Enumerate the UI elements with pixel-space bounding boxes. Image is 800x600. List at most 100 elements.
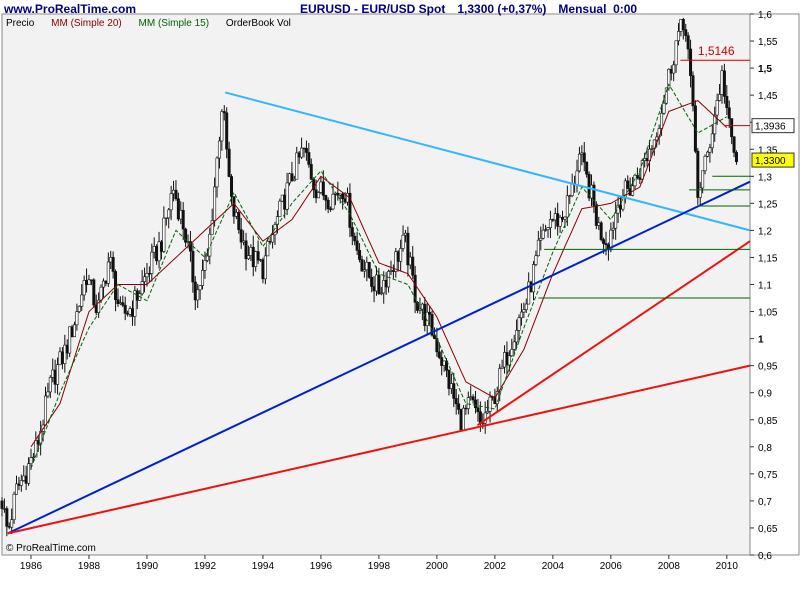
instrument-name: EURUSD - EUR/USD Spot (300, 2, 446, 16)
candle-body (486, 411, 490, 414)
candle-body (570, 183, 574, 196)
legend-ma15[interactable]: MM (Simple 15) (139, 18, 210, 29)
candle-body (143, 276, 147, 282)
candle-body (360, 259, 364, 272)
candle-body (387, 271, 391, 288)
candle-body (345, 192, 349, 203)
candle-body (215, 157, 219, 188)
candle-body (365, 261, 369, 271)
candle-body (461, 407, 465, 431)
x-tick-label: 2008 (658, 561, 681, 572)
candle-body (732, 136, 736, 153)
y-tick-label: 0,6 (758, 551, 772, 562)
price-chart[interactable]: 1986 1988 1990 1992 1994 1996 1998 2000 2002 2004… (0, 0, 800, 600)
candle-body (454, 398, 458, 405)
candle-body (568, 195, 572, 197)
candle-body (234, 212, 238, 217)
candle-body (674, 40, 678, 66)
candle-body (329, 208, 333, 210)
candle-body (261, 259, 265, 280)
candle-body (679, 19, 683, 32)
candle-body (259, 259, 263, 261)
candle-body (488, 396, 492, 412)
y-tick-label: 1,15 (758, 253, 778, 264)
x-tick-label: 1990 (136, 561, 159, 572)
candle-body (205, 255, 209, 261)
candle-body (123, 304, 127, 314)
candle-body (379, 292, 383, 295)
candle-body (36, 440, 40, 445)
candle-body (77, 306, 81, 312)
candle-body (172, 189, 176, 195)
candle-body (343, 198, 347, 203)
legend-ma20[interactable]: MM (Simple 20) (51, 18, 122, 29)
candle-body (500, 366, 504, 369)
candle-body (251, 246, 255, 268)
candle-body (82, 280, 86, 296)
y-tick-label: 1,5 (758, 64, 772, 75)
candle-body (689, 48, 693, 76)
candle-body (19, 480, 23, 486)
candle-body (164, 217, 168, 220)
candle-body (362, 269, 366, 272)
candle-body (2, 508, 6, 510)
candle-body (553, 213, 557, 221)
candle-body (517, 317, 521, 331)
candle-body (611, 227, 615, 231)
candle-body (174, 189, 178, 200)
chart-period[interactable]: Mensual 0:00 (558, 2, 637, 16)
candle-body (447, 370, 451, 389)
x-tick-label: 2004 (542, 561, 565, 572)
candle-body (353, 235, 357, 242)
candle-body (56, 364, 60, 385)
site-url[interactable]: www.ProRealTime.com (4, 2, 136, 16)
candle-body (12, 493, 16, 520)
candle-body (140, 281, 144, 295)
candle-body (358, 250, 362, 260)
candle-body (720, 70, 724, 95)
candle-body (331, 193, 335, 210)
candle-body (246, 255, 250, 260)
candle-body (548, 219, 552, 229)
candle-body (681, 19, 685, 30)
y-tick-label: 1 (758, 335, 764, 346)
candle-body (452, 383, 456, 399)
candle-body (411, 256, 415, 276)
y-tick-label: 1,25 (758, 199, 778, 210)
y-tick-label: 1,45 (758, 91, 778, 102)
candle-body (29, 457, 33, 465)
legend-price[interactable]: Precio (6, 18, 34, 29)
candle-body (7, 526, 11, 528)
candle-body (80, 294, 84, 307)
candle-body (232, 196, 236, 217)
candle-body (201, 270, 205, 286)
candle-body (722, 70, 726, 97)
candle-body (111, 257, 115, 272)
candle-body (326, 199, 330, 210)
candle-body (650, 148, 654, 150)
candle-body (213, 186, 217, 221)
candle-body (420, 303, 424, 310)
candle-body (510, 349, 514, 357)
candle-body (577, 153, 581, 172)
legend-orderbook[interactable]: OrderBook Vol (226, 18, 291, 29)
candle-body (718, 94, 722, 101)
y-tick-label: 0,8 (758, 443, 772, 454)
candle-body (63, 344, 67, 364)
x-tick-label: 2006 (600, 561, 623, 572)
candle-body (355, 240, 359, 251)
candle-body (152, 246, 156, 253)
candle-body (46, 391, 50, 397)
candle-body (217, 140, 221, 159)
candle-body (128, 308, 132, 315)
candle-body (503, 352, 507, 368)
candle-body (594, 205, 598, 226)
candle-body (524, 303, 528, 310)
chart-header: EURUSD - EUR/USD Spot 1,3300 (+0,37%) Mens… (300, 2, 649, 16)
candle-body (104, 280, 108, 284)
candle-body (619, 205, 623, 210)
candle-body (541, 229, 545, 239)
candle-body (198, 285, 202, 291)
candle-body (389, 270, 393, 272)
candle-body (391, 270, 395, 272)
